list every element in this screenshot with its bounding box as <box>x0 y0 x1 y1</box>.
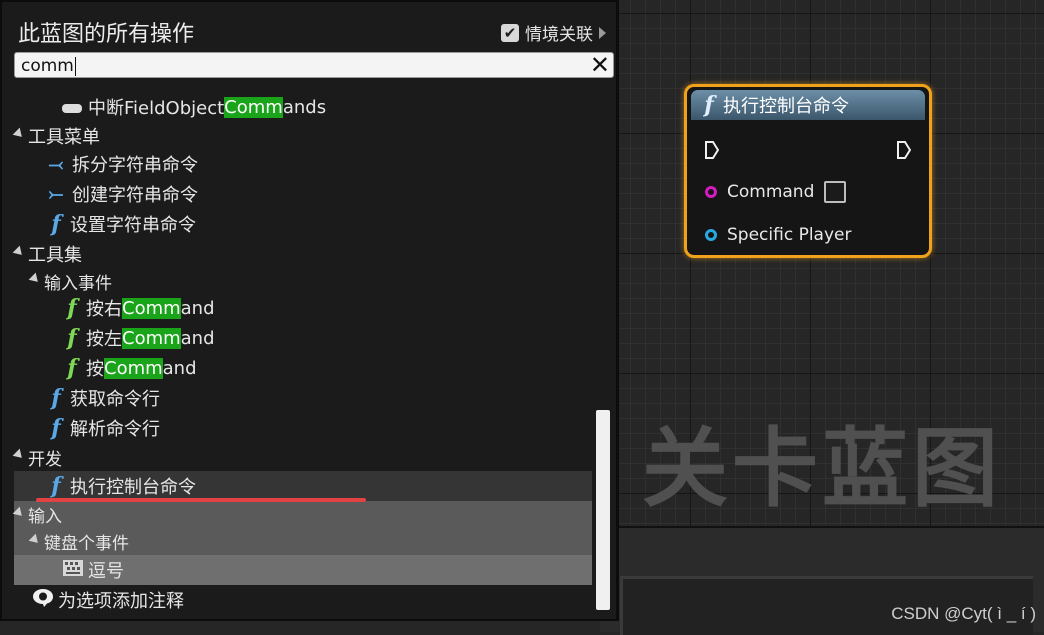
command-value-input[interactable] <box>824 181 847 203</box>
collapse-arrow-icon[interactable] <box>28 272 42 286</box>
list-item-press-command[interactable]: f 按 Comm and <box>14 353 592 383</box>
list-item-get-command-line[interactable]: f 获取命令行 <box>14 383 592 413</box>
search-input[interactable]: comm ✕ <box>14 51 614 79</box>
panel-title: 此蓝图的所有操作 <box>18 22 195 47</box>
collapse-arrow-icon[interactable] <box>12 245 26 259</box>
function-icon: f <box>51 473 61 499</box>
break-struct-icon <box>62 97 82 118</box>
event-function-icon: f <box>67 355 77 381</box>
object-pin-icon[interactable] <box>705 229 717 241</box>
list-item-break-field-object-commands[interactable]: 中断FieldObject Comm ands <box>14 92 592 122</box>
function-icon: f <box>704 92 714 118</box>
category-keyboard-events[interactable]: 键盘个事件 <box>14 528 592 555</box>
list-item-set-string-command[interactable]: f 设置字符串命令 <box>14 209 592 239</box>
level-blueprint-watermark: 关卡蓝图 <box>642 419 1002 519</box>
csdn-credit: CSDN @Cyt( ì _ í ) <box>891 604 1036 623</box>
specific-player-pin-label: Specific Player <box>727 225 852 245</box>
list-item-press-left-command[interactable]: f 按左 Comm and <box>14 323 592 353</box>
category-input[interactable]: 输入 <box>12 501 592 528</box>
context-sensitive-toggle[interactable]: ✔ 情境关联 <box>501 20 606 45</box>
create-icon: ⤚ <box>48 183 64 205</box>
string-pin-icon[interactable] <box>705 186 717 198</box>
specific-player-pin[interactable]: Specific Player <box>705 225 851 245</box>
red-underline-annotation <box>36 498 366 502</box>
category-development[interactable]: 开发 <box>12 442 592 472</box>
function-icon: f <box>51 385 61 411</box>
command-pin-label: Command <box>727 182 815 202</box>
list-item-press-right-command[interactable]: f 按右 Comm and <box>14 293 592 323</box>
list-item-execute-console-command[interactable]: f 执行控制台命令 <box>14 471 592 501</box>
node-header[interactable]: f 执行控制台命令 <box>691 90 925 120</box>
collapse-arrow-icon[interactable] <box>28 533 42 546</box>
list-item-split-string-command[interactable]: ⤙ 拆分字符串命令 <box>14 149 592 179</box>
text-caret <box>74 56 76 76</box>
event-function-icon: f <box>67 295 77 321</box>
execute-console-command-node[interactable]: f 执行控制台命令 Command Specific Player <box>684 84 932 258</box>
collapse-arrow-icon[interactable] <box>12 506 26 519</box>
list-item-create-string-command[interactable]: ⤚ 创建字符串命令 <box>14 179 592 209</box>
clear-search-icon[interactable]: ✕ <box>590 51 610 79</box>
event-function-icon: f <box>67 325 77 351</box>
list-scrollbar[interactable] <box>596 410 610 610</box>
expand-arrow-icon[interactable] <box>599 26 606 39</box>
list-item-comma[interactable]: 逗号 <box>14 555 592 585</box>
function-icon: f <box>51 415 61 441</box>
list-item-parse-command-line[interactable]: f 解析命令行 <box>14 413 592 443</box>
add-comment-option[interactable]: 为选项添加注释 <box>14 585 592 615</box>
function-icon: f <box>51 211 61 237</box>
category-input-events[interactable]: 输入事件 <box>14 266 592 296</box>
exec-output-pin-icon[interactable] <box>897 141 911 159</box>
collapse-arrow-icon[interactable] <box>12 127 26 141</box>
split-icon: ⤙ <box>48 153 64 175</box>
command-pin[interactable]: Command <box>705 181 847 203</box>
comment-bubble-icon <box>32 588 53 613</box>
keyboard-icon <box>62 559 83 582</box>
category-toolset[interactable]: 工具集 <box>12 239 592 269</box>
category-tools-menu[interactable]: 工具菜单 <box>12 121 592 151</box>
context-label: 情境关联 <box>525 25 593 45</box>
exec-input-pin-icon[interactable] <box>705 141 719 159</box>
node-title: 执行控制台命令 <box>723 96 849 117</box>
search-value: comm <box>21 56 74 76</box>
action-list: 中断FieldObject Comm ands 工具菜单 ⤙ 拆分字符串命令 ⤚ 创… <box>2 80 602 620</box>
list-item-cut <box>14 80 592 86</box>
action-menu-panel: 此蓝图的所有操作 ✔ 情境关联 comm ✕ 中断FieldObject Comm… <box>0 0 619 621</box>
context-checkbox[interactable]: ✔ <box>501 23 519 42</box>
collapse-arrow-icon[interactable] <box>12 448 26 462</box>
